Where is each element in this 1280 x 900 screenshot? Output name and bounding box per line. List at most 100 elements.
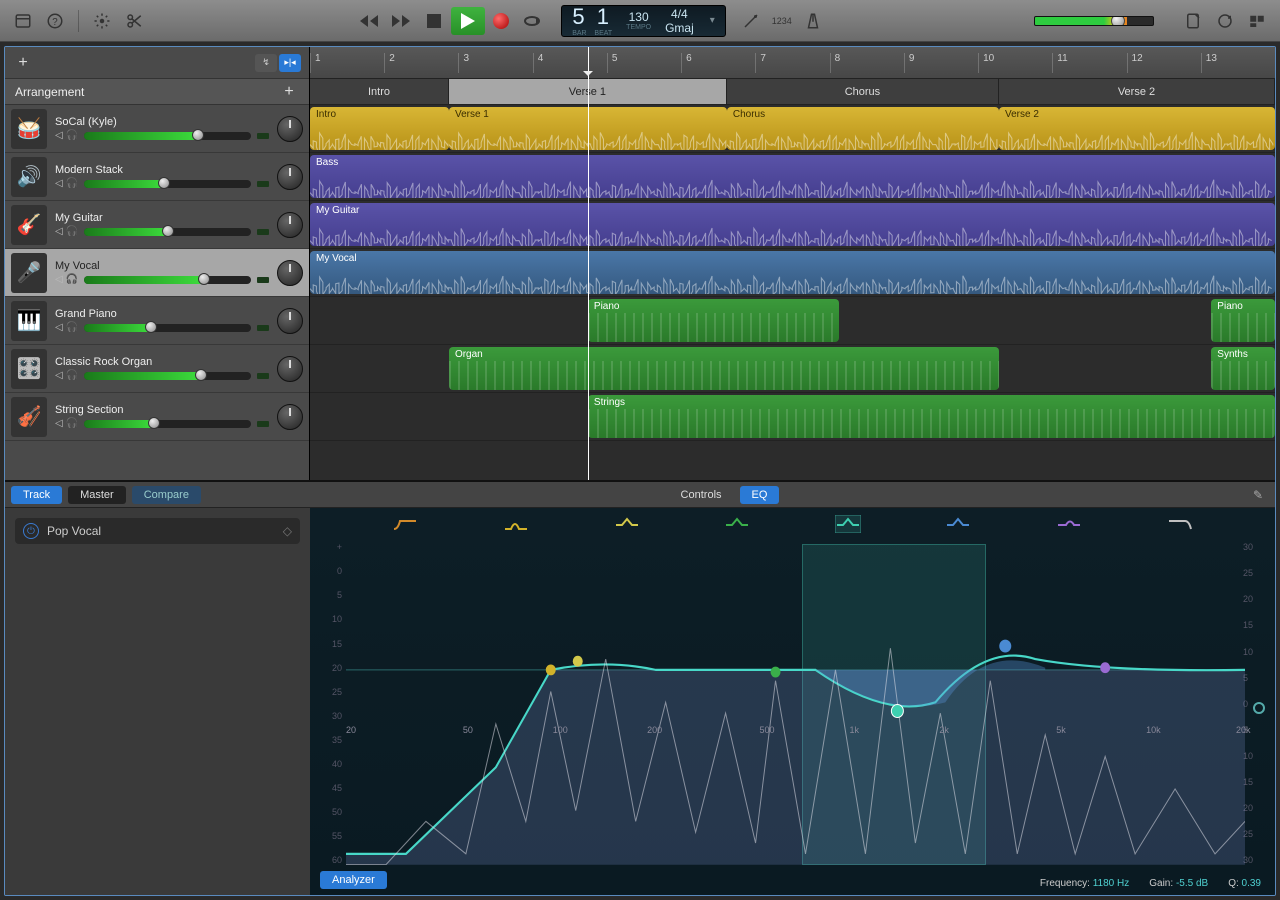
track-header[interactable]: 🎹 Grand Piano ◁🎧 [5, 297, 309, 345]
automation-button[interactable]: ↯ [255, 54, 277, 72]
eq-display[interactable]: +051015202530354045505560 30252015105051… [310, 508, 1275, 895]
edit-plugin-button[interactable]: ✎ [1247, 484, 1269, 506]
region[interactable]: My Guitar [310, 203, 1275, 246]
track-header[interactable]: 🎤 My Vocal ◁🎧 [5, 249, 309, 297]
media-button[interactable] [1246, 10, 1268, 32]
playhead[interactable] [588, 47, 589, 480]
region[interactable]: Organ [449, 347, 999, 390]
analyzer-button[interactable]: Analyzer [320, 871, 387, 889]
track-header[interactable]: 🎻 String Section ◁🎧 [5, 393, 309, 441]
arrangement-marker[interactable]: Chorus [727, 79, 999, 104]
track-lane[interactable]: Strings [310, 393, 1275, 441]
pan-knob[interactable] [277, 260, 303, 286]
loops-button[interactable] [1214, 10, 1236, 32]
solo-button[interactable]: 🎧 [66, 226, 78, 237]
region[interactable]: Piano [1211, 299, 1275, 342]
eq-band-button[interactable] [614, 515, 640, 533]
master-volume[interactable] [1034, 16, 1154, 26]
pan-knob[interactable] [277, 212, 303, 238]
region[interactable]: My Vocal [310, 251, 1275, 294]
pan-knob[interactable] [277, 404, 303, 430]
volume-slider[interactable] [84, 324, 251, 332]
mute-button[interactable]: ◁ [55, 370, 63, 381]
volume-slider[interactable] [84, 372, 251, 380]
notepad-button[interactable] [1182, 10, 1204, 32]
volume-slider[interactable] [84, 276, 251, 284]
zoom-handle[interactable] [1253, 702, 1265, 714]
help-button[interactable]: ? [44, 10, 66, 32]
eq-band-button[interactable] [392, 515, 418, 533]
tab-master[interactable]: Master [68, 486, 126, 504]
mute-button[interactable]: ◁ [55, 274, 63, 285]
eq-band-button[interactable] [1167, 515, 1193, 533]
volume-slider[interactable] [84, 228, 251, 236]
add-arrangement-button[interactable]: + [279, 82, 299, 102]
region[interactable]: Strings [588, 395, 1275, 438]
solo-button[interactable]: 🎧 [66, 370, 78, 381]
arrangement-track[interactable]: IntroVerse 1ChorusVerse 2 [310, 79, 1275, 105]
track-header[interactable]: 🎸 My Guitar ◁🎧 [5, 201, 309, 249]
eq-band-button[interactable] [945, 515, 971, 533]
scissors-button[interactable] [123, 10, 145, 32]
volume-slider[interactable] [84, 420, 251, 428]
tuner-button[interactable] [740, 10, 762, 32]
mute-button[interactable]: ◁ [55, 178, 63, 189]
library-button[interactable] [12, 10, 34, 32]
pan-knob[interactable] [277, 164, 303, 190]
settings-button[interactable] [91, 10, 113, 32]
track-header[interactable]: 🎛️ Classic Rock Organ ◁🎧 [5, 345, 309, 393]
count-in-button[interactable]: 1234 [772, 10, 792, 32]
track-lane[interactable]: Piano Piano [310, 297, 1275, 345]
track-header[interactable]: 🔊 Modern Stack ◁🎧 [5, 153, 309, 201]
solo-button[interactable]: 🎧 [66, 322, 78, 333]
region[interactable]: Verse 2 [999, 107, 1275, 150]
add-track-button[interactable]: + [13, 53, 33, 73]
eq-band-button[interactable] [835, 515, 861, 533]
region[interactable]: Piano [588, 299, 839, 342]
pan-knob[interactable] [277, 308, 303, 334]
volume-slider[interactable] [84, 180, 251, 188]
solo-button[interactable]: 🎧 [66, 178, 78, 189]
arrangement-marker[interactable]: Verse 2 [999, 79, 1275, 104]
track-lane[interactable]: IntroVerse 1ChorusVerse 2 [310, 105, 1275, 153]
stop-button[interactable] [419, 7, 449, 35]
lcd-display[interactable]: 5 1BAR BEAT 130TEMPO 4/4Gmaj ▾ [561, 5, 726, 37]
ruler[interactable]: 12345678910111213 [310, 47, 1275, 79]
power-icon[interactable]: ⏻ [23, 523, 39, 539]
eq-band-button[interactable] [503, 515, 529, 533]
mute-button[interactable]: ◁ [55, 130, 63, 141]
cycle-button[interactable] [517, 7, 547, 35]
pan-knob[interactable] [277, 356, 303, 382]
metronome-button[interactable] [802, 10, 824, 32]
track-lane[interactable]: My Guitar [310, 201, 1275, 249]
volume-slider[interactable] [84, 132, 251, 140]
record-button[interactable] [487, 7, 515, 35]
solo-button[interactable]: 🎧 [66, 130, 78, 141]
solo-button[interactable]: 🎧 [66, 274, 78, 285]
tab-eq[interactable]: EQ [740, 486, 780, 504]
timeline[interactable]: 12345678910111213 IntroVerse 1ChorusVers… [310, 47, 1275, 480]
region[interactable]: Chorus [727, 107, 999, 150]
mute-button[interactable]: ◁ [55, 322, 63, 333]
track-lane[interactable]: Bass [310, 153, 1275, 201]
play-button[interactable] [451, 7, 485, 35]
tab-track[interactable]: Track [11, 486, 62, 504]
catch-button[interactable]: ▸|◂ [279, 54, 301, 72]
pan-knob[interactable] [277, 116, 303, 142]
track-header[interactable]: 🥁 SoCal (Kyle) ◁🎧 [5, 105, 309, 153]
region[interactable]: Bass [310, 155, 1275, 198]
mute-button[interactable]: ◁ [55, 226, 63, 237]
solo-button[interactable]: 🎧 [66, 418, 78, 429]
rewind-button[interactable] [355, 7, 385, 35]
mute-button[interactable]: ◁ [55, 418, 63, 429]
region[interactable]: Synths [1211, 347, 1275, 390]
preset-selector[interactable]: ⏻ Pop Vocal ◇ [15, 518, 300, 544]
tab-compare[interactable]: Compare [132, 486, 201, 504]
track-lane[interactable]: Organ Synths [310, 345, 1275, 393]
region[interactable]: Intro [310, 107, 449, 150]
eq-band-button[interactable] [724, 515, 750, 533]
eq-band-button[interactable] [1056, 515, 1082, 533]
arrangement-marker[interactable]: Intro [310, 79, 449, 104]
tab-controls[interactable]: Controls [669, 486, 734, 504]
track-lane[interactable]: My Vocal [310, 249, 1275, 297]
